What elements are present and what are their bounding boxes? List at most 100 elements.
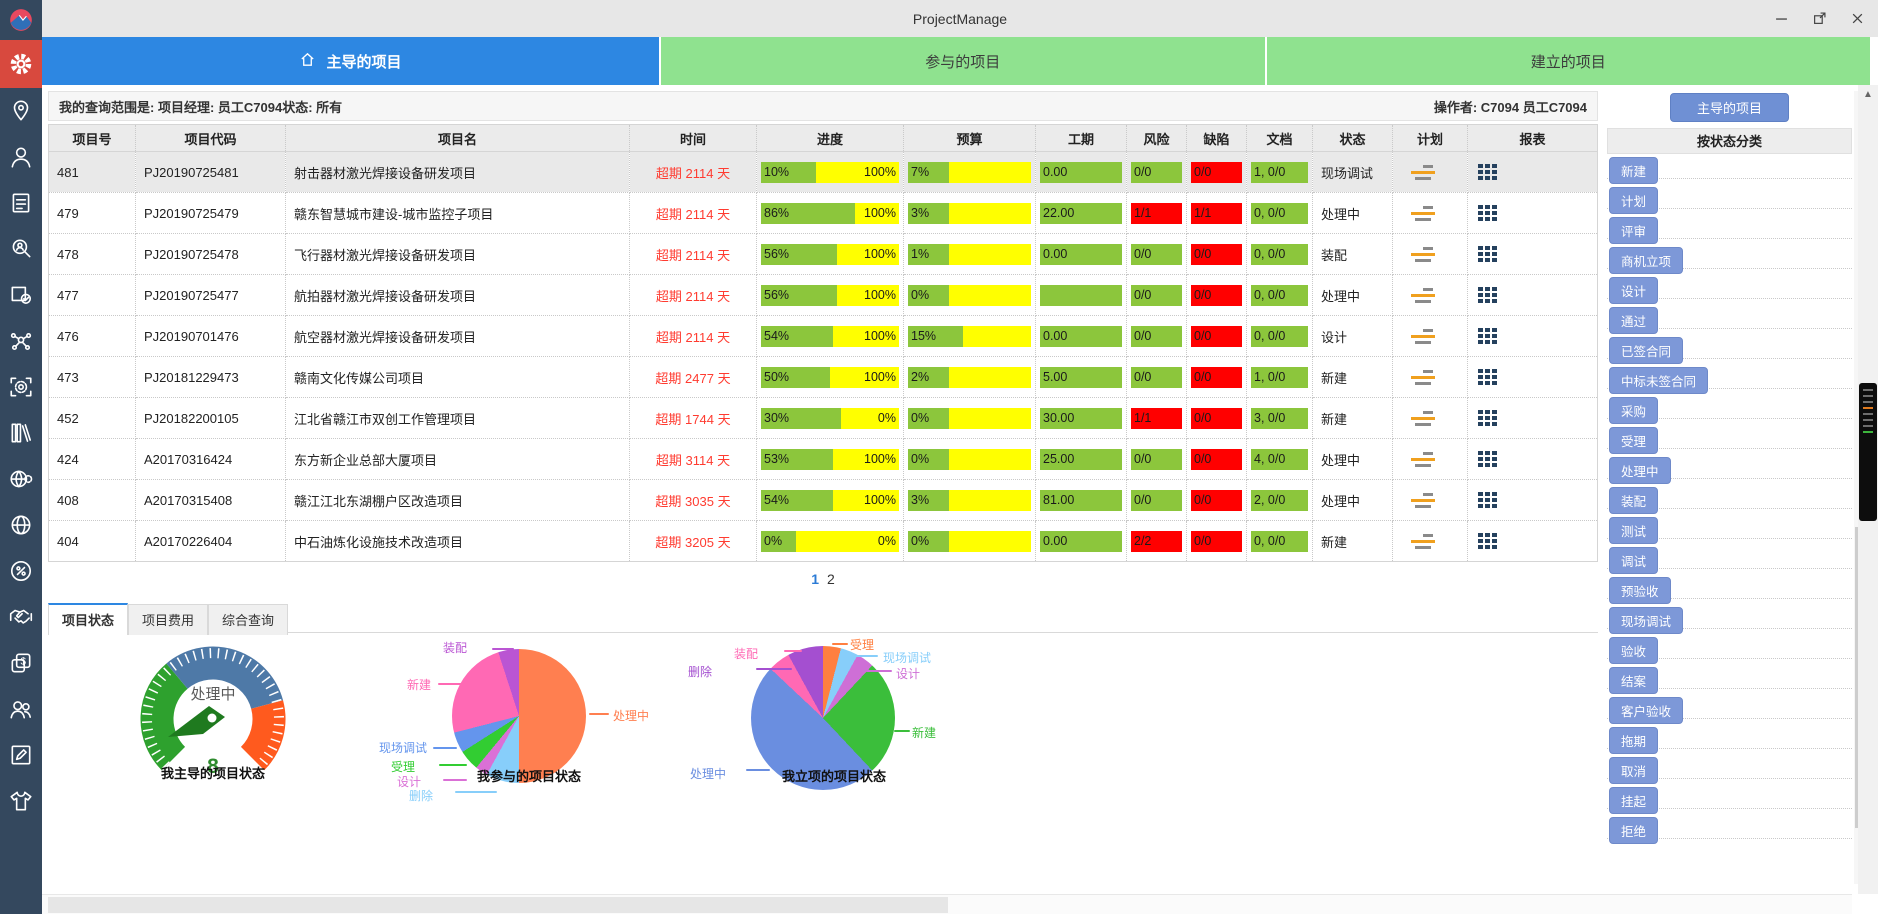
table-row[interactable]: 476 PJ20190701476 航空器材激光焊接设备研发项目 超期 2114… — [49, 316, 1598, 357]
status-button[interactable]: 商机立项 — [1609, 247, 1683, 274]
subtab-project-status[interactable]: 项目状态 — [48, 603, 128, 635]
cell-report — [1468, 439, 1598, 480]
table-row[interactable]: 479 PJ20190725479 赣东智慧城市建设-城市监控子项目 超期 21… — [49, 193, 1598, 234]
settings-gear-icon[interactable] — [0, 40, 42, 88]
status-button[interactable]: 测试 — [1609, 517, 1658, 544]
svg-text:$: $ — [20, 657, 26, 668]
page-2[interactable]: 2 — [827, 571, 835, 587]
user-icon[interactable] — [0, 134, 42, 180]
table-row[interactable]: 424 A20170316424 东方新企业总部大厦项目 超期 3114 天 5… — [49, 439, 1598, 480]
subtab-combined-query[interactable]: 综合查询 — [208, 604, 288, 635]
tab-participating-projects[interactable]: 参与的项目 — [659, 37, 1265, 85]
network-icon[interactable] — [0, 318, 42, 364]
plan-gantt-icon[interactable] — [1411, 452, 1437, 467]
sub-tab-bar: 项目状态项目费用综合查询 — [48, 603, 1598, 633]
plan-gantt-icon[interactable] — [1411, 329, 1437, 344]
status-button[interactable]: 通过 — [1609, 307, 1658, 334]
location-pin-icon[interactable] — [0, 88, 42, 134]
plan-gantt-icon[interactable] — [1411, 165, 1437, 180]
books-icon[interactable] — [0, 410, 42, 456]
plan-gantt-icon[interactable] — [1411, 247, 1437, 262]
table-row[interactable]: 478 PJ20190725478 飞行器材激光焊接设备研发项目 超期 2114… — [49, 234, 1598, 275]
report-grid-icon[interactable] — [1478, 164, 1500, 180]
gauge-title: 我主导的项目状态 — [88, 763, 338, 782]
globe-gear-icon[interactable] — [0, 456, 42, 502]
status-button[interactable]: 评审 — [1609, 217, 1658, 244]
pie-label: 处理中 — [690, 765, 726, 782]
report-grid-icon[interactable] — [1478, 410, 1500, 426]
cell-project-name: 赣东智慧城市建设-城市监控子项目 — [286, 193, 630, 234]
status-button[interactable]: 设计 — [1609, 277, 1658, 304]
scroll-thumb-minimap[interactable] — [1859, 383, 1877, 521]
globe-icon[interactable] — [0, 502, 42, 548]
window-horizontal-scrollbar[interactable] — [42, 894, 1852, 914]
task-check-icon[interactable] — [0, 272, 42, 318]
report-grid-icon[interactable] — [1478, 492, 1500, 508]
table-row[interactable]: 452 PJ20182200105 江北省赣江市双创工作管理项目 超期 1744… — [49, 398, 1598, 439]
status-button[interactable]: 处理中 — [1609, 457, 1671, 484]
gear-target-icon[interactable] — [0, 364, 42, 410]
lead-projects-button[interactable]: 主导的项目 — [1670, 93, 1789, 122]
restore-icon[interactable] — [1808, 8, 1830, 30]
status-button[interactable]: 新建 — [1609, 157, 1658, 184]
subtab-project-cost[interactable]: 项目费用 — [128, 604, 208, 635]
status-button[interactable]: 调试 — [1609, 547, 1658, 574]
percent-icon[interactable] — [0, 548, 42, 594]
table-row[interactable]: 481 PJ20190725481 射击器材激光焊接设备研发项目 超期 2114… — [49, 152, 1598, 193]
page-1[interactable]: 1 — [811, 571, 819, 587]
plan-gantt-icon[interactable] — [1411, 288, 1437, 303]
table-row[interactable]: 404 A20170226404 中石油炼化设施技术改造项目 超期 3205 天… — [49, 521, 1598, 562]
hscroll-thumb[interactable] — [48, 897, 948, 913]
window-controls — [1770, 0, 1868, 37]
plan-gantt-icon[interactable] — [1411, 206, 1437, 221]
scroll-up-icon[interactable]: ▲ — [1858, 87, 1878, 103]
table-row[interactable]: 477 PJ20190725477 航拍器材激光焊接设备研发项目 超期 2114… — [49, 275, 1598, 316]
window-vertical-scrollbar[interactable]: ▲ ▼ — [1858, 85, 1878, 914]
minimize-icon[interactable] — [1770, 8, 1792, 30]
status-button[interactable]: 挂起 — [1609, 787, 1658, 814]
report-grid-icon[interactable] — [1478, 205, 1500, 221]
report-grid-icon[interactable] — [1478, 451, 1500, 467]
pie-label-line — [784, 650, 802, 652]
plan-gantt-icon[interactable] — [1411, 370, 1437, 385]
status-button[interactable]: 预验收 — [1609, 577, 1671, 604]
status-button[interactable]: 拒绝 — [1609, 817, 1658, 844]
status-button[interactable]: 现场调试 — [1609, 607, 1683, 634]
cell-defect: 0/0 — [1187, 439, 1247, 480]
table-row[interactable]: 408 A20170315408 赣江江北东湖棚户区改造项目 超期 3035 天… — [49, 480, 1598, 521]
document-icon[interactable] — [0, 180, 42, 226]
money-icon[interactable]: $ — [0, 640, 42, 686]
plan-gantt-icon[interactable] — [1411, 534, 1437, 549]
table-row[interactable]: 473 PJ20181229473 赣南文化传媒公司项目 超期 2477 天 5… — [49, 357, 1598, 398]
report-grid-icon[interactable] — [1478, 328, 1500, 344]
status-button[interactable]: 计划 — [1609, 187, 1658, 214]
edit-icon[interactable] — [0, 732, 42, 778]
status-button[interactable]: 取消 — [1609, 757, 1658, 784]
shirt-icon[interactable] — [0, 778, 42, 824]
status-button[interactable]: 验收 — [1609, 637, 1658, 664]
status-button[interactable]: 受理 — [1609, 427, 1658, 454]
pie-label: 新建 — [912, 724, 936, 741]
status-button[interactable]: 结案 — [1609, 667, 1658, 694]
plan-gantt-icon[interactable] — [1411, 411, 1437, 426]
tab-my-lead-projects[interactable]: 主导的项目 — [42, 37, 659, 85]
handshake-icon[interactable] — [0, 594, 42, 640]
status-button[interactable]: 拖期 — [1609, 727, 1658, 754]
cell-project-code: PJ20190725479 — [136, 193, 286, 234]
status-button[interactable]: 客户验收 — [1609, 697, 1683, 724]
status-button[interactable]: 采购 — [1609, 397, 1658, 424]
user-search-icon[interactable] — [0, 226, 42, 272]
report-grid-icon[interactable] — [1478, 287, 1500, 303]
users-icon[interactable] — [0, 686, 42, 732]
close-icon[interactable] — [1846, 8, 1868, 30]
cell-status: 设计 — [1313, 316, 1393, 357]
status-button[interactable]: 装配 — [1609, 487, 1658, 514]
report-grid-icon[interactable] — [1478, 533, 1500, 549]
plan-gantt-icon[interactable] — [1411, 493, 1437, 508]
status-button[interactable]: 已签合同 — [1609, 337, 1683, 364]
report-grid-icon[interactable] — [1478, 246, 1500, 262]
status-row: 已签合同 — [1607, 334, 1852, 359]
tab-created-projects[interactable]: 建立的项目 — [1265, 37, 1871, 85]
status-button[interactable]: 中标未签合同 — [1609, 367, 1708, 394]
report-grid-icon[interactable] — [1478, 369, 1500, 385]
